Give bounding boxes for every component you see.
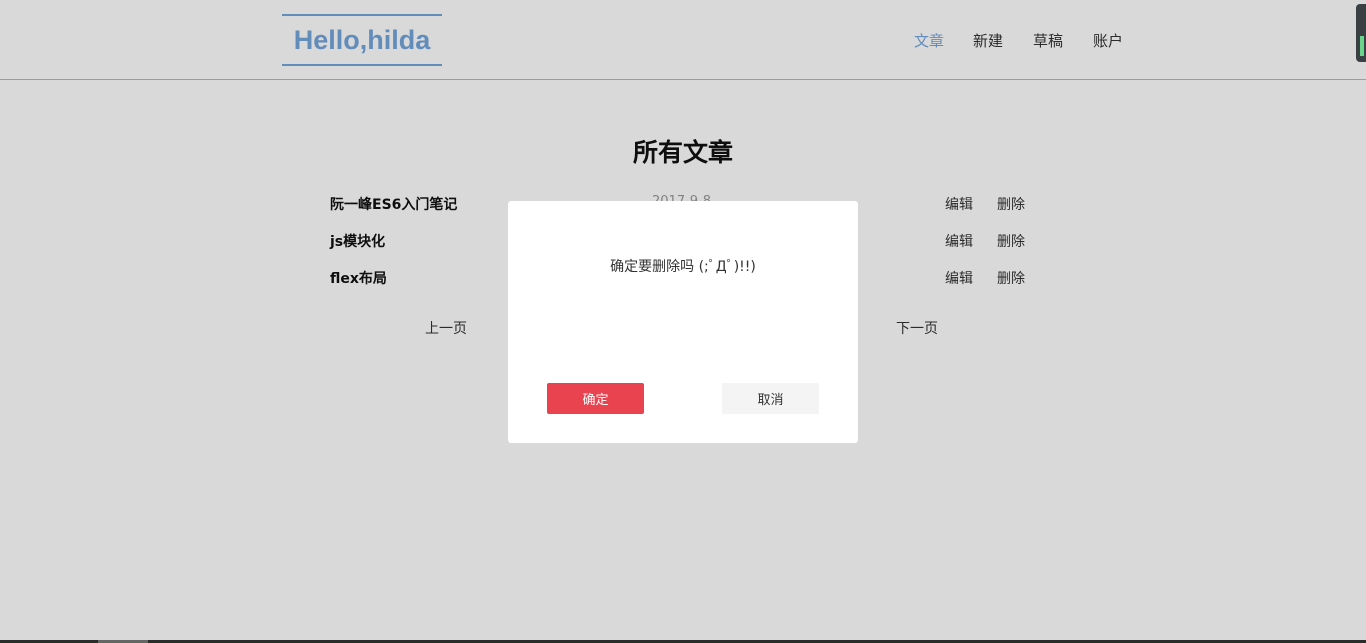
confirm-button[interactable]: 确定 xyxy=(547,383,644,414)
dialog-message: 确定要删除吗 (;ﾟДﾟ)!!) xyxy=(610,259,756,275)
level-indicator-icon xyxy=(1360,36,1364,56)
cancel-button[interactable]: 取消 xyxy=(722,383,819,414)
side-widget[interactable] xyxy=(1356,4,1366,62)
confirm-delete-dialog: 确定要删除吗 (;ﾟДﾟ)!!) 确定 取消 xyxy=(508,201,858,443)
